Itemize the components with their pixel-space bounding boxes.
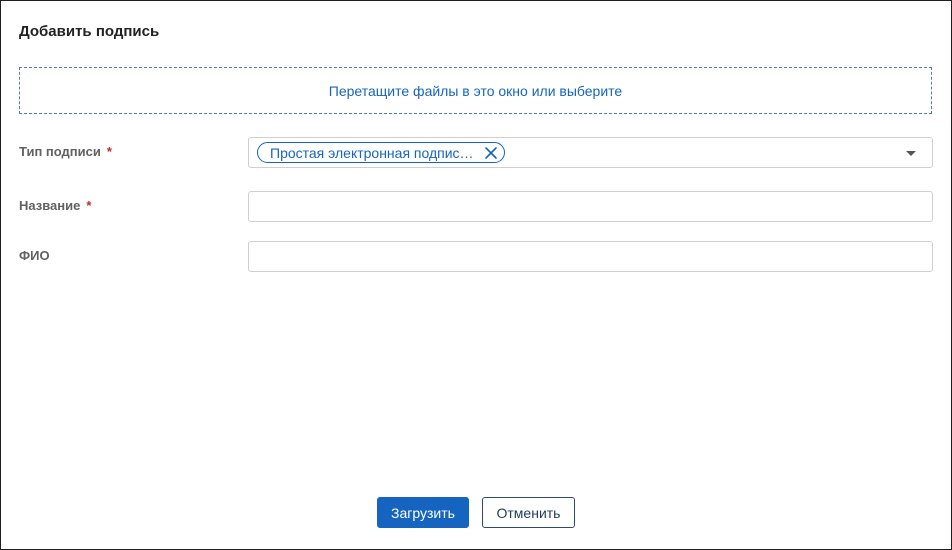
dropzone-text[interactable]: Перетащите файлы в это окно или выберите: [329, 83, 622, 99]
signature-type-label: Тип подписи *: [19, 144, 112, 159]
upload-button[interactable]: Загрузить: [377, 497, 469, 528]
required-marker: *: [106, 144, 112, 159]
add-signature-dialog: Добавить подпись Перетащите файлы в это …: [0, 0, 952, 550]
fio-label: ФИО: [19, 248, 50, 263]
signature-type-select[interactable]: Простая электронная подпис…: [248, 137, 933, 168]
chip-label: Простая электронная подпис…: [270, 144, 474, 161]
name-label-text: Название: [19, 198, 81, 213]
selected-signature-type-chip: Простая электронная подпис…: [257, 142, 505, 163]
required-marker: *: [86, 198, 92, 213]
name-label: Название *: [19, 198, 91, 213]
fio-label-text: ФИО: [19, 248, 50, 263]
chevron-down-icon[interactable]: [906, 151, 916, 156]
name-input[interactable]: [248, 191, 933, 222]
signature-type-label-text: Тип подписи: [19, 144, 101, 159]
dialog-title: Добавить подпись: [19, 23, 160, 40]
cancel-button[interactable]: Отменить: [482, 497, 575, 528]
close-icon[interactable]: [482, 144, 500, 162]
fio-input[interactable]: [248, 241, 933, 272]
file-dropzone[interactable]: Перетащите файлы в это окно или выберите: [19, 67, 932, 114]
